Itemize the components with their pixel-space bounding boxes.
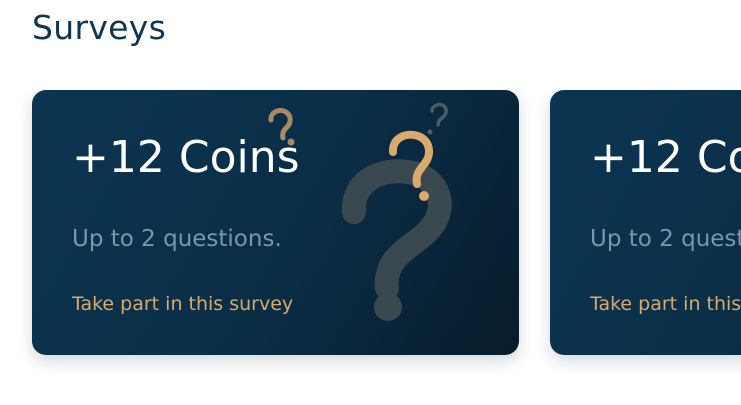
survey-card[interactable]: +12 Coins Up to 2 questions. Take part i… [32, 90, 519, 355]
survey-description: Up to 2 questions. [590, 226, 741, 252]
tiny-question-mark-dot [427, 129, 433, 135]
section-title: Surveys [32, 8, 167, 47]
large-question-mark-icon [342, 159, 452, 300]
reward-amount: +12 Coins [590, 132, 741, 183]
gold-question-mark-icon [389, 130, 434, 188]
survey-cards-row: +12 Coins Up to 2 questions. Take part i… [0, 90, 741, 380]
take-survey-link[interactable]: Take part in this survey [72, 293, 293, 315]
gold-question-mark-dot [419, 191, 429, 201]
surveys-page: Surveys +12 Coins Up to 2 questions. Tak… [0, 0, 741, 405]
reward-amount: +12 Coins [72, 132, 300, 183]
tiny-question-mark-icon [430, 102, 448, 127]
question-marks-decoration [268, 102, 452, 321]
survey-description: Up to 2 questions. [72, 226, 282, 252]
survey-card[interactable]: +12 Coins Up to 2 questions. Take part i… [550, 90, 741, 355]
take-survey-link[interactable]: Take part in this survey [590, 293, 741, 315]
large-question-mark-dot [374, 293, 402, 321]
